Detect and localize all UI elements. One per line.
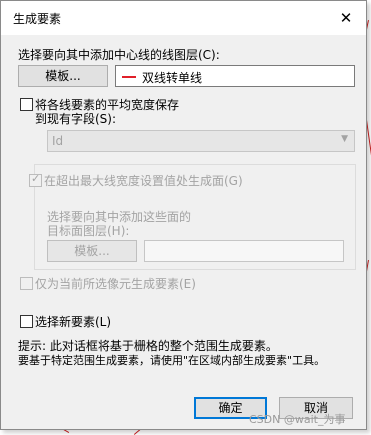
- selected-cells-checkbox: [20, 277, 33, 290]
- watermark: CSDN @wait_为事: [249, 413, 346, 426]
- width-field-value: Id: [52, 134, 64, 148]
- existing-field-label: 到现有字段(S):: [35, 112, 117, 126]
- generate-polygons-checkbox: ✓: [29, 172, 42, 187]
- select-new-features-label: 选择新要素(L): [35, 315, 112, 329]
- select-new-features-checkbox[interactable]: [20, 315, 33, 328]
- line-template-button[interactable]: 模板...: [18, 65, 108, 87]
- line-layer-value: 双线转单线: [142, 71, 203, 85]
- save-width-checkbox[interactable]: [20, 98, 33, 111]
- selected-cells-label: 仅为当前所选像元生成要素(E): [35, 277, 196, 291]
- generate-features-dialog: 生成要素 ✕ 选择要向其中添加中心线的线图层(C): 模板... 双线转单线 将…: [0, 0, 367, 430]
- check-icon: ✓: [31, 172, 41, 185]
- polygon-layer-field: [144, 240, 344, 262]
- width-field-select: Id ▼: [47, 130, 355, 152]
- dialog-title: 生成要素: [13, 12, 62, 26]
- line-layer-field[interactable]: 双线转单线: [115, 65, 355, 87]
- title-bar: 生成要素 ✕: [1, 1, 366, 35]
- polygon-template-button: 模板...: [47, 240, 137, 262]
- generate-polygons-label: 在超出最大线宽度设置值处生成面(G): [44, 174, 243, 188]
- layer-symbol-swatch: [122, 76, 136, 78]
- target-polygon-label-2: 目标面图层(H):: [47, 224, 130, 238]
- line-layer-label: 选择要向其中添加中心线的线图层(C):: [18, 48, 220, 62]
- chevron-down-icon: ▼: [341, 134, 348, 144]
- close-icon[interactable]: ✕: [336, 8, 356, 28]
- hint-line-2: 要基于特定范围生成要素，请使用"在区域内部生成要素"工具。: [18, 354, 326, 367]
